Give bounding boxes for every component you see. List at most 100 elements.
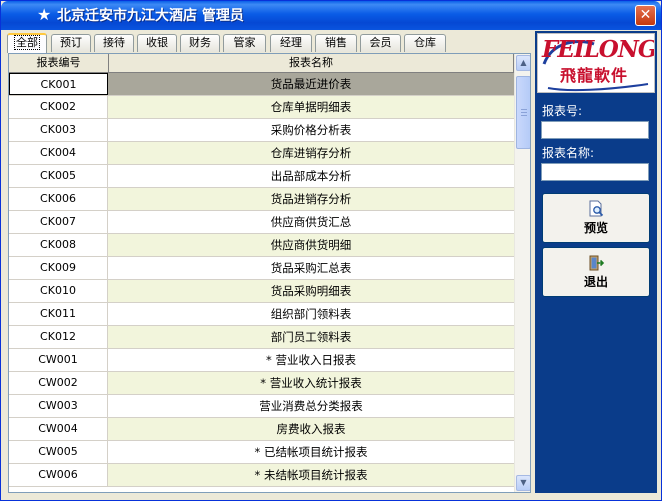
table-row[interactable]: CK010 货品采购明细表: [9, 280, 514, 303]
table-row[interactable]: CW006 * 未结帐项目统计报表: [9, 464, 514, 487]
preview-button-label: 预览: [583, 221, 608, 235]
report-name-cell[interactable]: 营业消费总分类报表: [108, 395, 514, 417]
column-header-report-no[interactable]: 报表编号: [9, 54, 109, 73]
report-name-text: 采购价格分析表: [270, 123, 352, 137]
report-no-cell[interactable]: CK007: [9, 211, 108, 233]
report-name-cell[interactable]: 货品采购汇总表: [108, 257, 514, 279]
report-no-cell[interactable]: CK008: [9, 234, 108, 256]
table-row[interactable]: CK003 采购价格分析表: [9, 119, 514, 142]
report-no-cell[interactable]: CK009: [9, 257, 108, 279]
report-no-cell[interactable]: CW001: [9, 349, 108, 371]
tab-finance[interactable]: 财务: [180, 34, 220, 52]
report-no-cell[interactable]: CK012: [9, 326, 108, 348]
report-no-cell[interactable]: CK006: [9, 188, 108, 210]
preview-button[interactable]: 预览: [542, 193, 650, 243]
table-row[interactable]: CK006 货品进销存分析: [9, 188, 514, 211]
report-no-cell[interactable]: CW006: [9, 464, 108, 486]
logo-title: FEILONG: [542, 36, 655, 63]
report-name-text: * 营业收入统计报表: [260, 376, 362, 390]
report-name-cell[interactable]: 部门员工领料表: [108, 326, 514, 348]
title-bar[interactable]: ★ 北京迁安市九江大酒店 管理员 ✕: [1, 1, 661, 30]
report-name-cell[interactable]: * 未结帐项目统计报表: [108, 464, 514, 486]
table-row[interactable]: CK012 部门员工领料表: [9, 326, 514, 349]
table-row[interactable]: CK004 仓库进销存分析: [9, 142, 514, 165]
report-name-text: 仓库进销存分析: [270, 146, 352, 160]
report-name-text: * 已结帐项目统计报表: [254, 445, 368, 459]
report-name-text: 货品最近进价表: [270, 77, 352, 91]
report-name-cell[interactable]: 采购价格分析表: [108, 119, 514, 141]
tab-booking[interactable]: 预订: [51, 34, 91, 52]
report-no-label: 报表号:: [542, 104, 583, 118]
table-row[interactable]: CK009 货品采购汇总表: [9, 257, 514, 280]
report-no-cell[interactable]: CW003: [9, 395, 108, 417]
tab-housekeeping[interactable]: 管家: [223, 34, 266, 52]
close-button[interactable]: ✕: [635, 5, 656, 26]
report-name-text: 部门员工领料表: [270, 330, 352, 344]
report-name-cell[interactable]: 组织部门领料表: [108, 303, 514, 325]
table-header: 报表编号 报表名称: [9, 54, 514, 73]
report-name-cell[interactable]: 房费收入报表: [108, 418, 514, 440]
report-name-text: 组织部门领料表: [270, 307, 352, 321]
report-name-label: 报表名称:: [542, 146, 595, 160]
report-name-cell[interactable]: 仓库进销存分析: [108, 142, 514, 164]
star-icon: ★: [37, 5, 52, 24]
report-no-cell[interactable]: CK003: [9, 119, 108, 141]
report-no-cell[interactable]: CK010: [9, 280, 108, 302]
feilong-logo: FEILONG 飛龍軟件: [537, 33, 655, 93]
table-row[interactable]: CK005 出品部成本分析: [9, 165, 514, 188]
scroll-thumb[interactable]: [516, 76, 530, 149]
report-name-input[interactable]: [541, 163, 649, 181]
report-name-cell[interactable]: 货品最近进价表: [108, 73, 514, 95]
report-name-text: 货品进销存分析: [270, 192, 352, 206]
table-row[interactable]: CW001 * 营业收入日报表: [9, 349, 514, 372]
report-no-input[interactable]: [541, 121, 649, 139]
report-name-cell[interactable]: 供应商供货明细: [108, 234, 514, 256]
sidebar: FEILONG 飛龍軟件 报表号: 报表名称: 预览 退出: [535, 31, 657, 493]
report-name-cell[interactable]: 出品部成本分析: [108, 165, 514, 187]
tab-sales[interactable]: 销售: [315, 34, 357, 52]
scroll-up-button[interactable]: ▲: [516, 55, 530, 71]
report-no-cell[interactable]: CW004: [9, 418, 108, 440]
exit-button[interactable]: 退出: [542, 247, 650, 297]
report-name-cell[interactable]: * 营业收入日报表: [108, 349, 514, 371]
report-no-cell[interactable]: CW005: [9, 441, 108, 463]
report-no-cell[interactable]: CK004: [9, 142, 108, 164]
tab-manager[interactable]: 经理: [270, 34, 312, 52]
table-row[interactable]: CW002 * 营业收入统计报表: [9, 372, 514, 395]
report-table: 报表编号 报表名称 CK001 货品最近进价表 CK002 仓库单据明细表 CK003 采…: [8, 53, 531, 493]
table-row[interactable]: CK008 供应商供货明细: [9, 234, 514, 257]
report-name-cell[interactable]: 货品采购明细表: [108, 280, 514, 302]
report-name-cell[interactable]: * 营业收入统计报表: [108, 372, 514, 394]
column-header-report-name[interactable]: 报表名称: [109, 54, 514, 73]
tab-reception[interactable]: 接待: [94, 34, 134, 52]
report-no-cell[interactable]: CK005: [9, 165, 108, 187]
report-no-cell[interactable]: CK001: [9, 73, 108, 95]
report-name-text: 出品部成本分析: [270, 169, 352, 183]
exit-door-icon: [589, 255, 605, 271]
report-name-cell[interactable]: * 已结帐项目统计报表: [108, 441, 514, 463]
report-name-text: 货品采购汇总表: [270, 261, 352, 275]
table-row[interactable]: CK002 仓库单据明细表: [9, 96, 514, 119]
report-name-text: * 未结帐项目统计报表: [254, 468, 368, 482]
report-name-cell[interactable]: 仓库单据明细表: [108, 96, 514, 118]
report-no-cell[interactable]: CK002: [9, 96, 108, 118]
tab-warehouse[interactable]: 仓库: [404, 34, 446, 52]
report-no-cell[interactable]: CW002: [9, 372, 108, 394]
report-no-cell[interactable]: CK011: [9, 303, 108, 325]
tab-all[interactable]: 全部: [7, 33, 47, 53]
tab-cashier[interactable]: 收银: [137, 34, 177, 52]
report-name-text: 供应商供货明细: [270, 238, 352, 252]
magnifier-document-icon: [589, 200, 604, 217]
tab-member[interactable]: 会员: [360, 34, 401, 52]
table-row[interactable]: CK007 供应商供货汇总: [9, 211, 514, 234]
table-row[interactable]: CW003 营业消费总分类报表: [9, 395, 514, 418]
table-row[interactable]: CK011 组织部门领料表: [9, 303, 514, 326]
report-name-cell[interactable]: 供应商供货汇总: [108, 211, 514, 233]
scroll-down-button[interactable]: ▼: [516, 475, 530, 491]
table-row[interactable]: CW005 * 已结帐项目统计报表: [9, 441, 514, 464]
table-row[interactable]: CW004 房费收入报表: [9, 418, 514, 441]
report-name-cell[interactable]: 货品进销存分析: [108, 188, 514, 210]
report-name-text: * 营业收入日报表: [266, 353, 356, 367]
vertical-scrollbar[interactable]: ▲ ▼: [514, 54, 530, 492]
table-row[interactable]: CK001 货品最近进价表: [9, 73, 514, 96]
